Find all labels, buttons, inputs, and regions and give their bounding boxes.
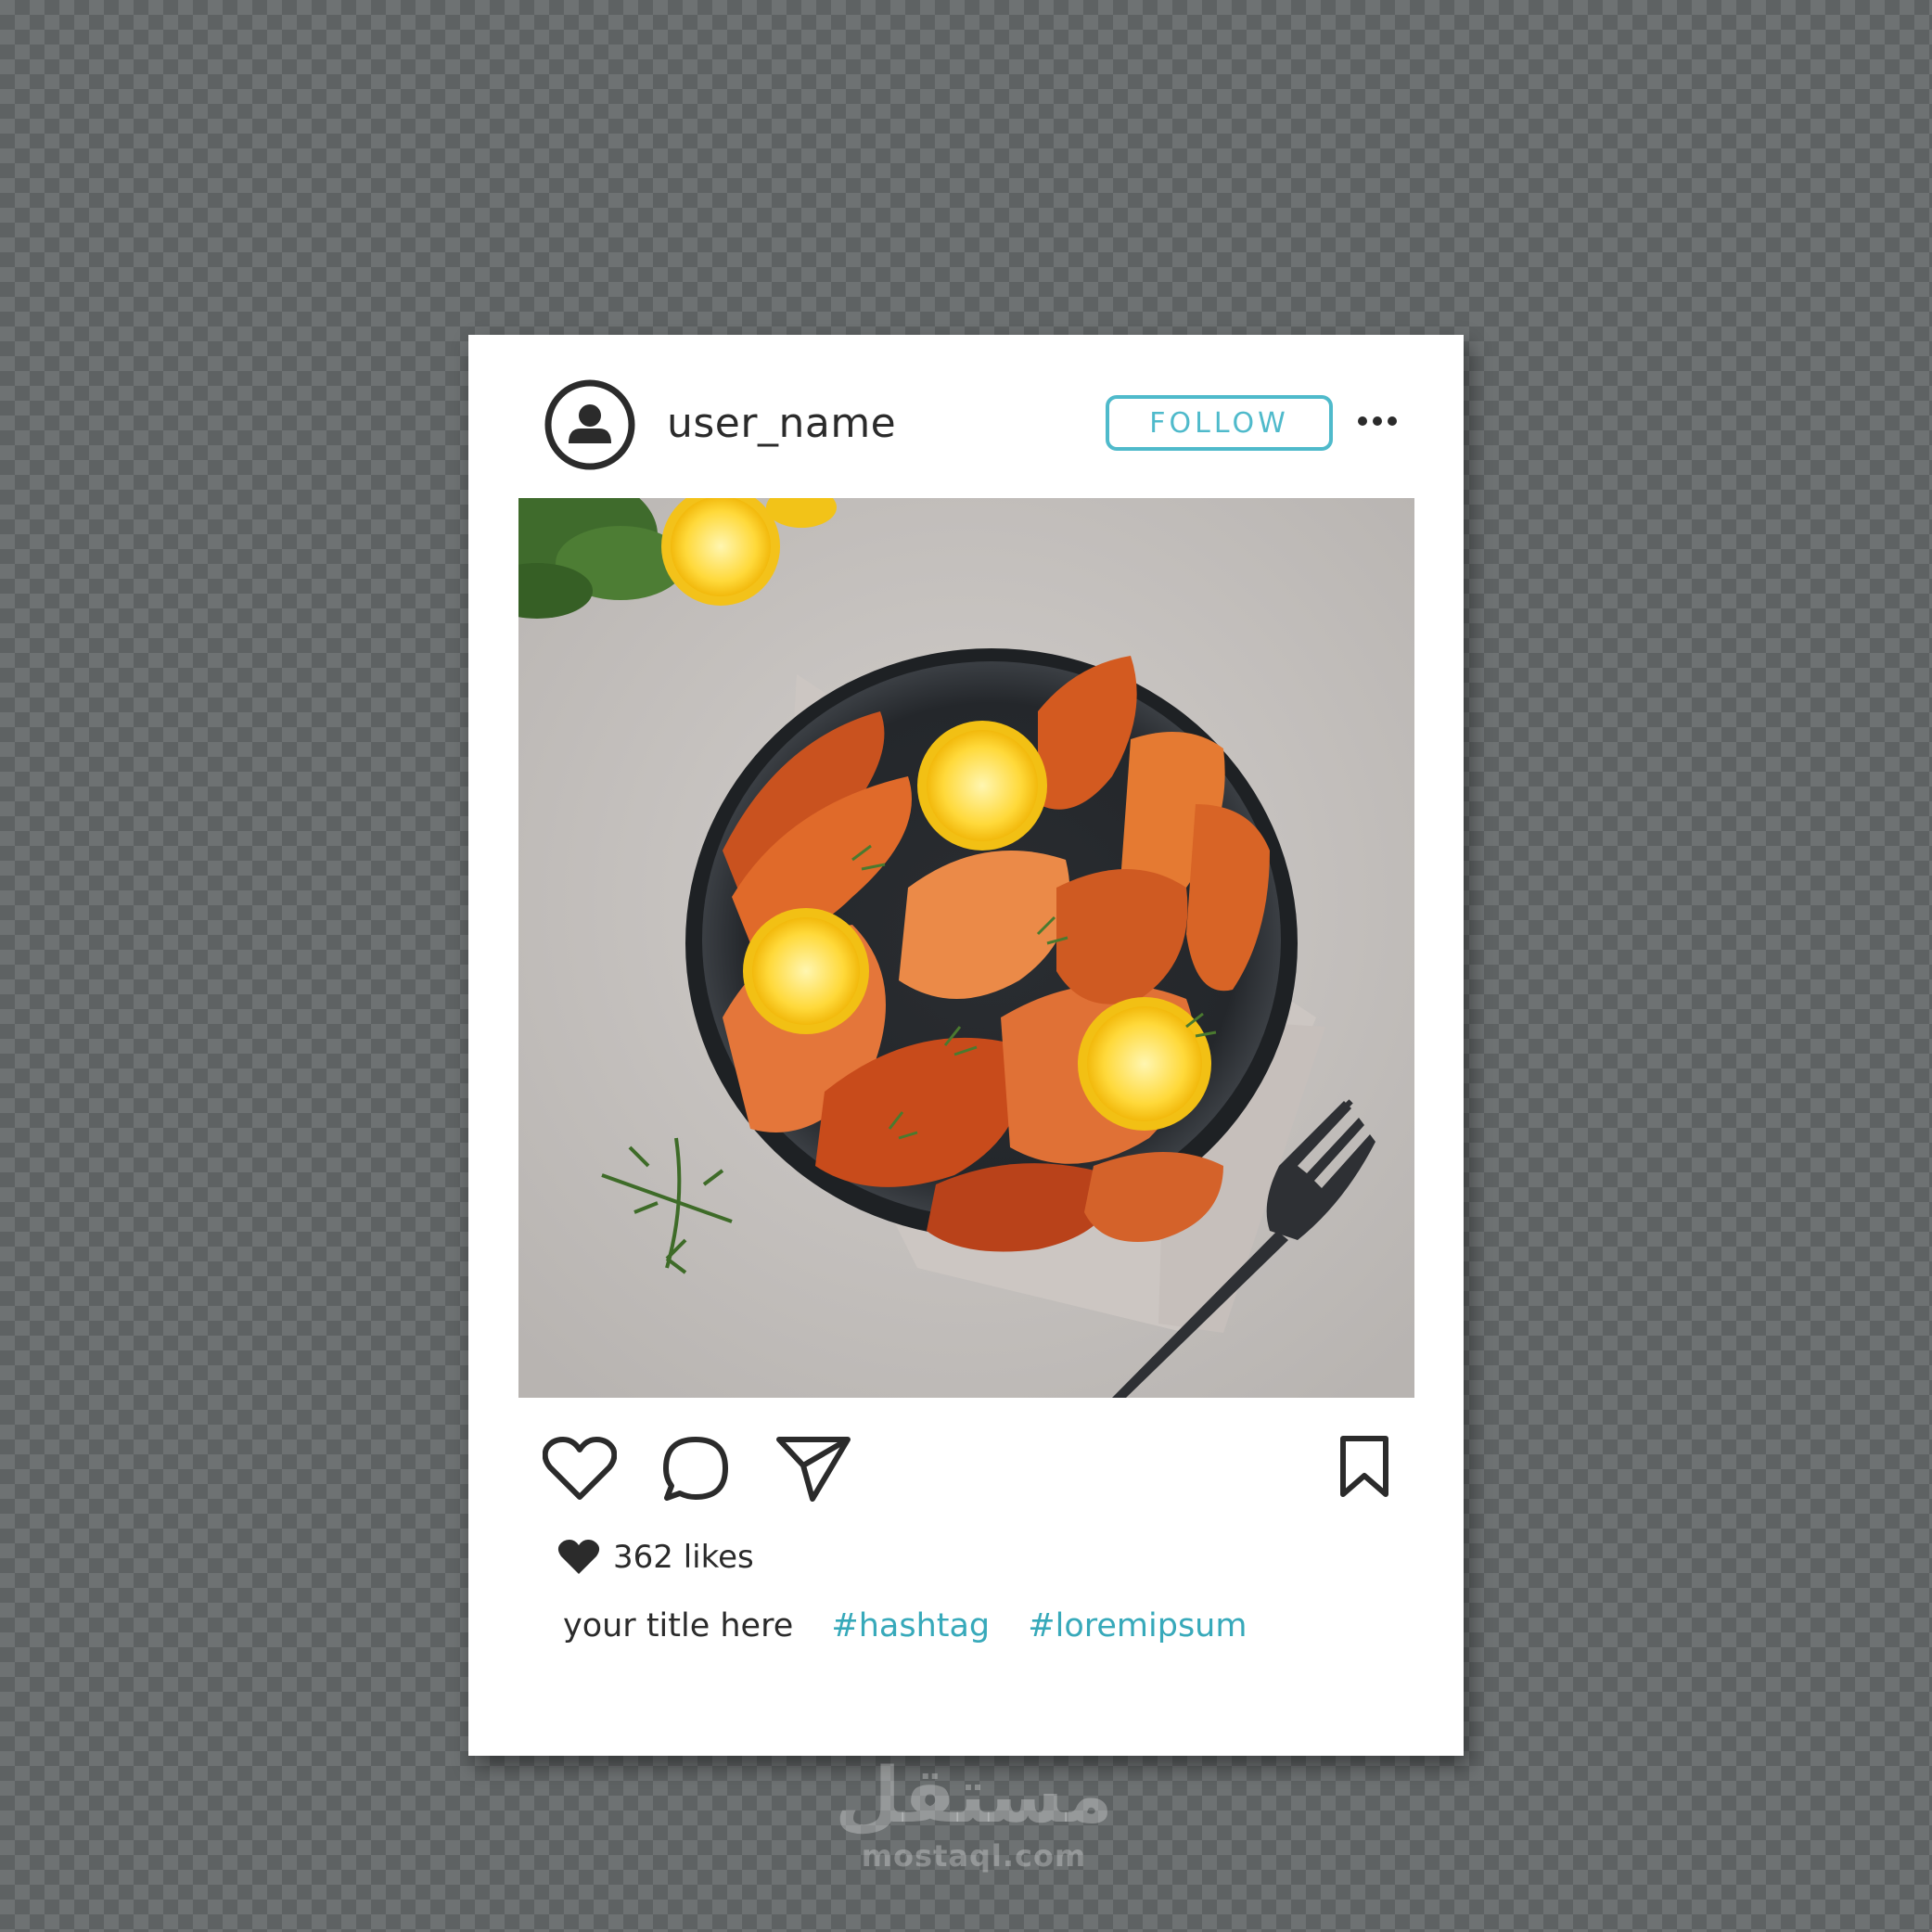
- likes-text: 362 likes: [613, 1539, 754, 1576]
- post-photo[interactable]: [518, 498, 1414, 1398]
- bookmark-icon[interactable]: [1337, 1435, 1391, 1500]
- heart-filled-icon: [557, 1540, 600, 1574]
- paper-plane-icon[interactable]: [775, 1434, 851, 1504]
- username[interactable]: user_name: [667, 400, 896, 447]
- follow-button[interactable]: FOLLOW: [1106, 395, 1333, 451]
- hashtag-link[interactable]: #loremipsum: [1028, 1607, 1247, 1644]
- watermark-arabic: مستقل: [835, 1752, 1113, 1840]
- hashtag-link[interactable]: #hashtag: [831, 1607, 990, 1644]
- speech-bubble-icon[interactable]: [661, 1435, 730, 1503]
- post-card: user_name FOLLOW 362 likes your title he…: [468, 335, 1464, 1756]
- watermark-latin: mostaql.com: [861, 1838, 1087, 1874]
- watermark: مستقل mostaql.com: [825, 1755, 1122, 1874]
- more-dots-icon[interactable]: [1354, 407, 1401, 435]
- caption-title: your title here: [563, 1607, 794, 1644]
- user-circle-icon[interactable]: [544, 378, 636, 471]
- heart-outline-icon[interactable]: [543, 1436, 617, 1503]
- likes-count[interactable]: 362 likes: [557, 1539, 754, 1576]
- caption: your title here #hashtag #loremipsum: [563, 1607, 1247, 1644]
